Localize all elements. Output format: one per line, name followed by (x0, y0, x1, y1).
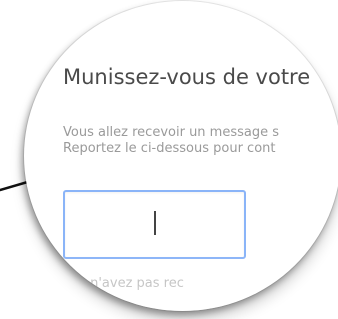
zoom-illustration: Munissez-vous de votre Vous allez recevo… (0, 0, 338, 319)
text-cursor (154, 211, 156, 235)
zoomed-content: Munissez-vous de votre Vous allez recevo… (24, 1, 338, 311)
instruction-line-1: Vous allez recevoir un message s (63, 125, 280, 140)
instruction-line-2: Reportez le ci-dessous pour cont (63, 141, 276, 156)
magnifier-lens: Munissez-vous de votre Vous allez recevo… (24, 1, 338, 311)
verification-code-input[interactable] (63, 190, 246, 259)
resend-message-text: ous n'avez pas rec (63, 276, 184, 291)
page-title: Munissez-vous de votre (63, 65, 311, 89)
